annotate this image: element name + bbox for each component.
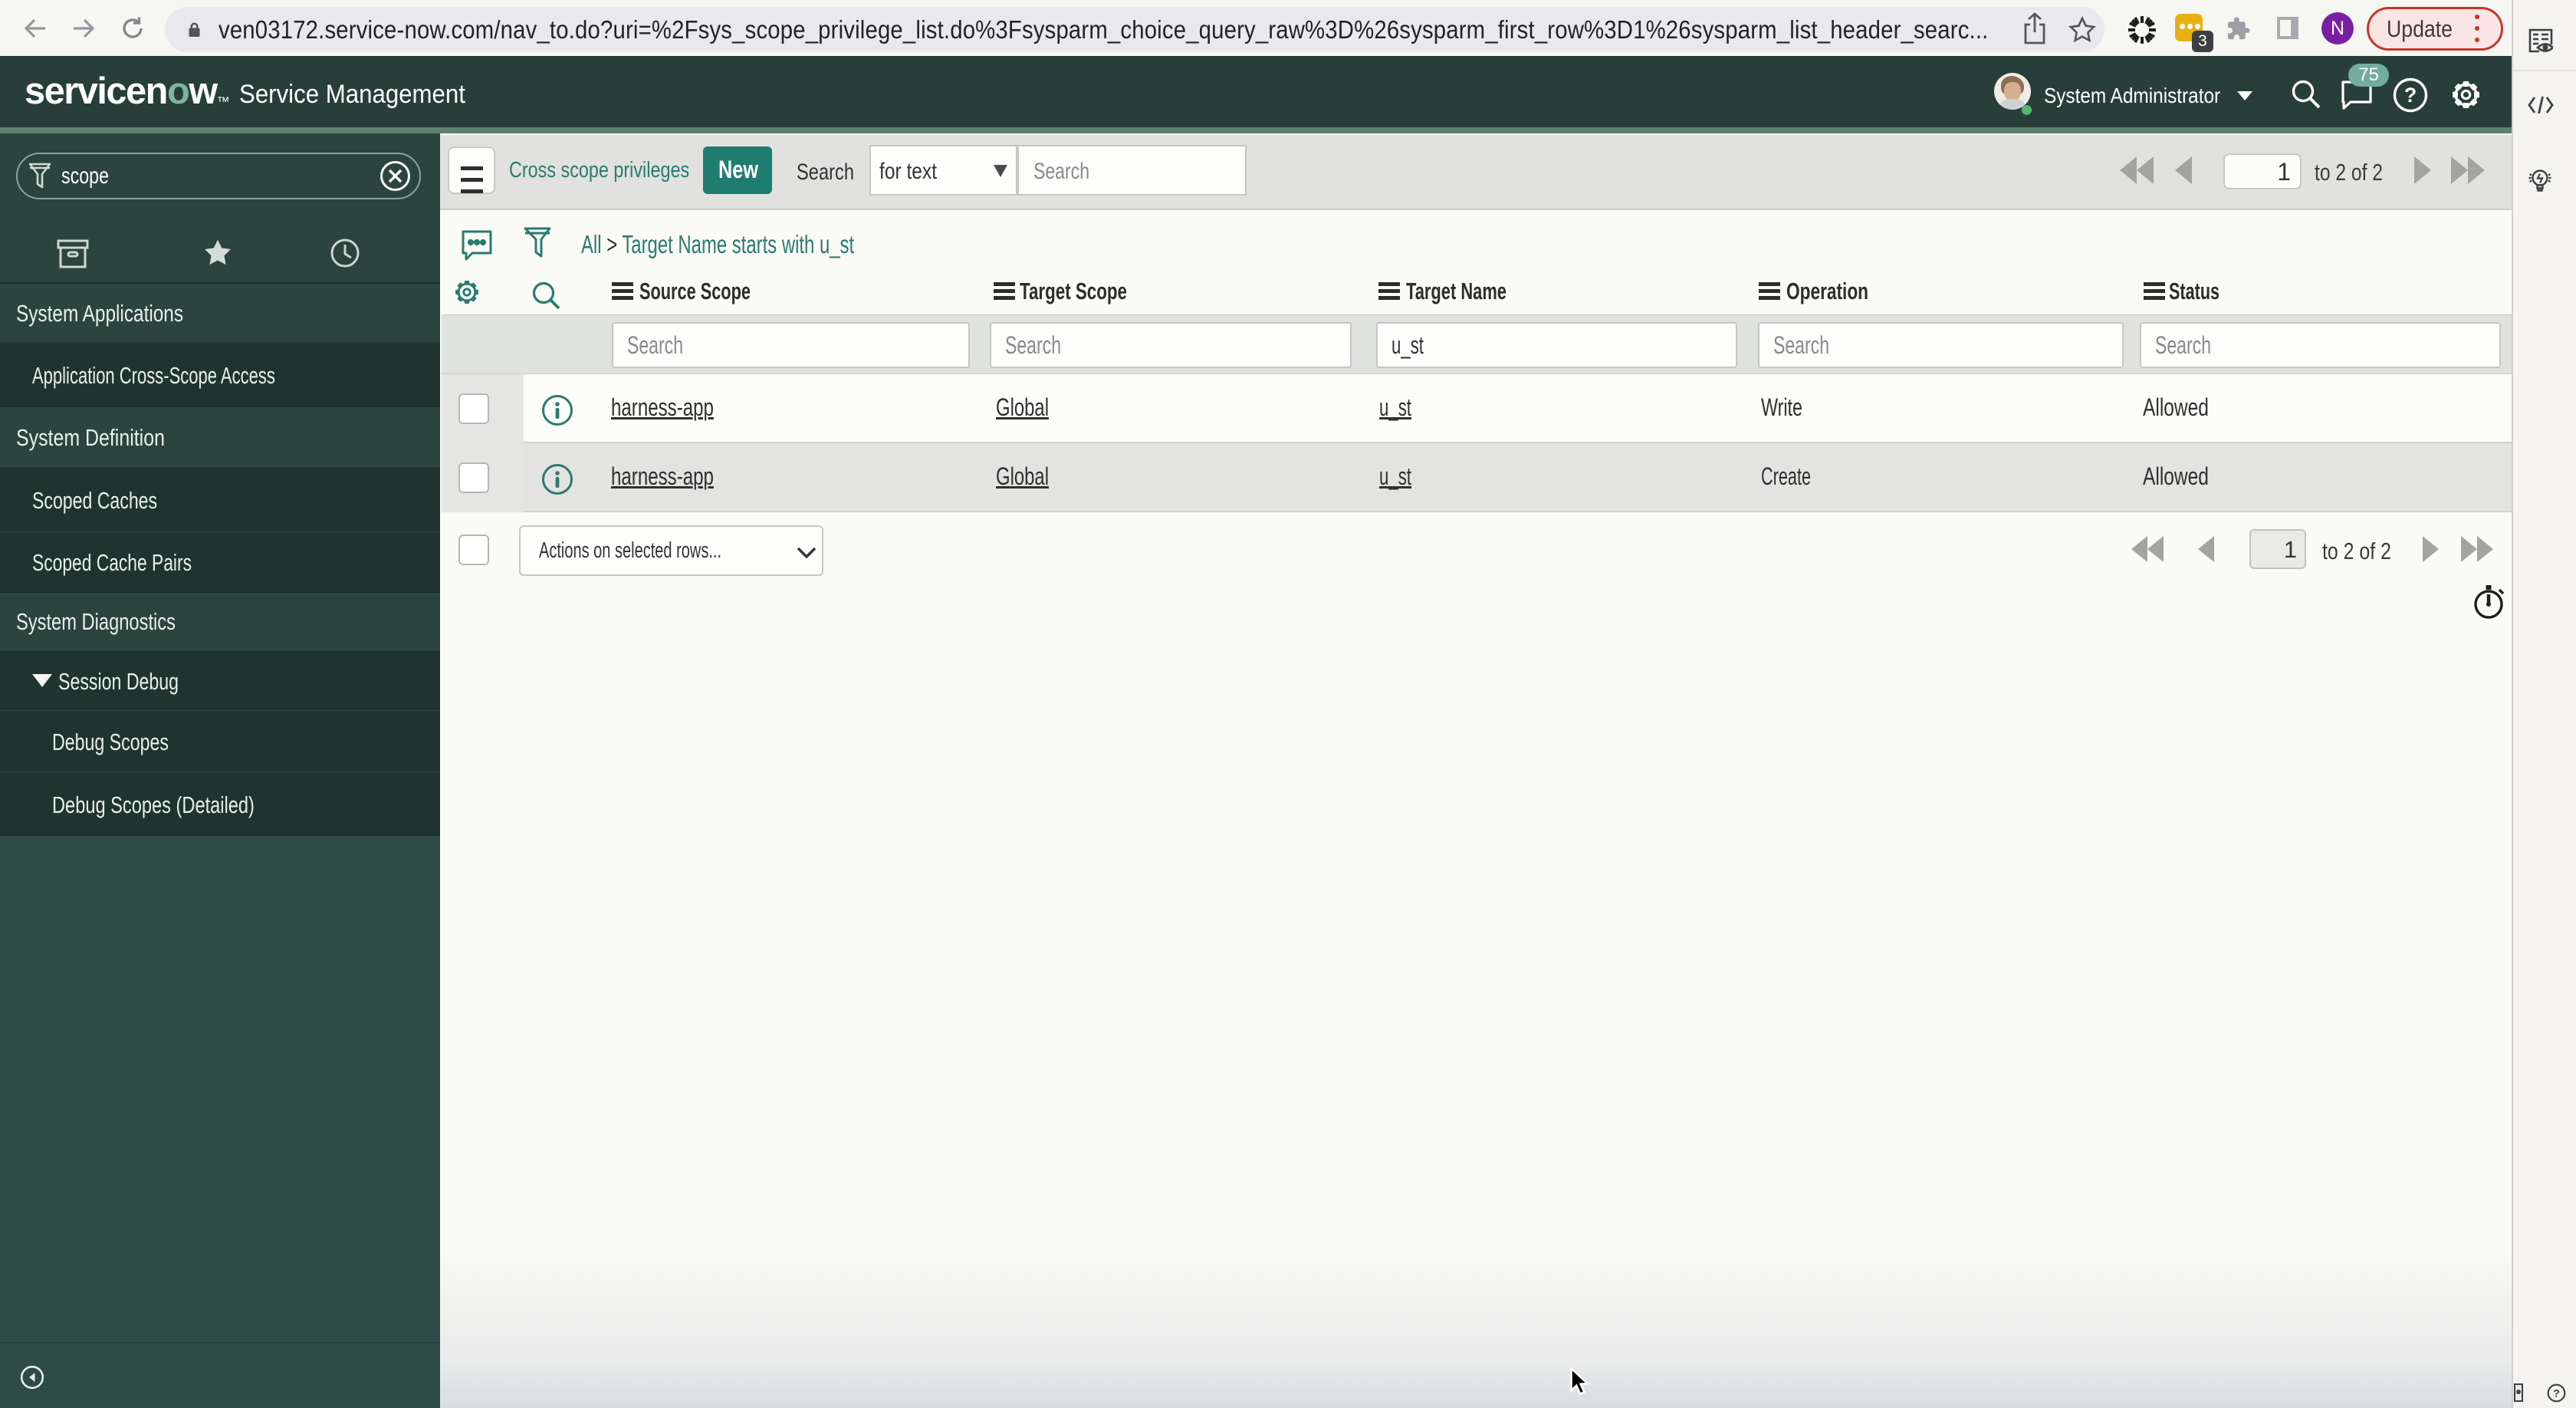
svg-text:?: ?	[2404, 84, 2417, 107]
svg-text:?: ?	[2553, 1387, 2560, 1400]
